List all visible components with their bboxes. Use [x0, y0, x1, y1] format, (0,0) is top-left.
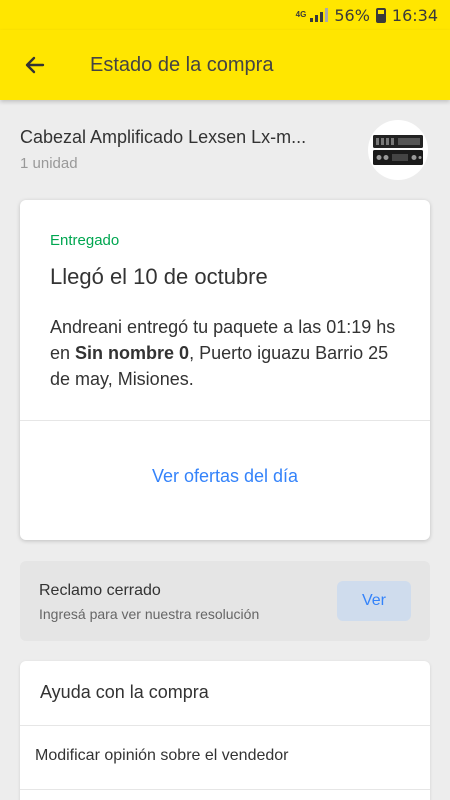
arrow-left-icon	[25, 56, 45, 74]
view-claim-button[interactable]: Ver	[337, 581, 411, 621]
product-summary[interactable]: Cabezal Amplificado Lexsen Lx-m... 1 uni…	[0, 100, 450, 190]
delivery-status-card: Entregado Llegó el 10 de octubre Andrean…	[20, 200, 430, 540]
product-title: Cabezal Amplificado Lexsen Lx-m...	[20, 127, 307, 147]
clock: 16:34	[391, 5, 438, 25]
product-thumbnail	[368, 120, 428, 180]
amplifier-image	[373, 135, 423, 165]
delivery-location-name: Sin nombre 0	[75, 343, 190, 363]
page-title: Estado de la compra	[90, 53, 274, 76]
delivery-description: Andreani entregó tu paquete a las 01:19 …	[50, 314, 400, 392]
help-title: Ayuda con la compra	[40, 682, 209, 702]
delivery-status-label: Entregado	[50, 232, 120, 249]
claim-subtitle: Ingresá para ver nuestra resolución	[39, 606, 260, 622]
daily-offers-link[interactable]: Ver ofertas del día	[20, 421, 430, 531]
help-item-modify-seller-review[interactable]: Modificar opinión sobre el vendedor	[35, 747, 288, 765]
back-button[interactable]	[0, 30, 70, 100]
app-bar: Estado de la compra	[0, 30, 450, 100]
claim-banner: Reclamo cerrado Ingresá para ver nuestra…	[20, 561, 430, 641]
purchase-help-section: Ayuda con la compra Modificar opinión so…	[20, 661, 430, 800]
status-bar: 4G 56% 16:34	[0, 0, 450, 30]
product-quantity: 1 unidad	[20, 155, 78, 172]
help-divider	[20, 789, 430, 790]
delivery-date-title: Llegó el 10 de octubre	[50, 264, 268, 289]
claim-title: Reclamo cerrado	[39, 582, 161, 599]
battery-percent: 56%	[334, 5, 370, 25]
signal-icon	[310, 8, 329, 22]
network-type: 4G	[295, 10, 307, 19]
help-divider	[20, 725, 430, 726]
battery-icon	[375, 7, 386, 23]
